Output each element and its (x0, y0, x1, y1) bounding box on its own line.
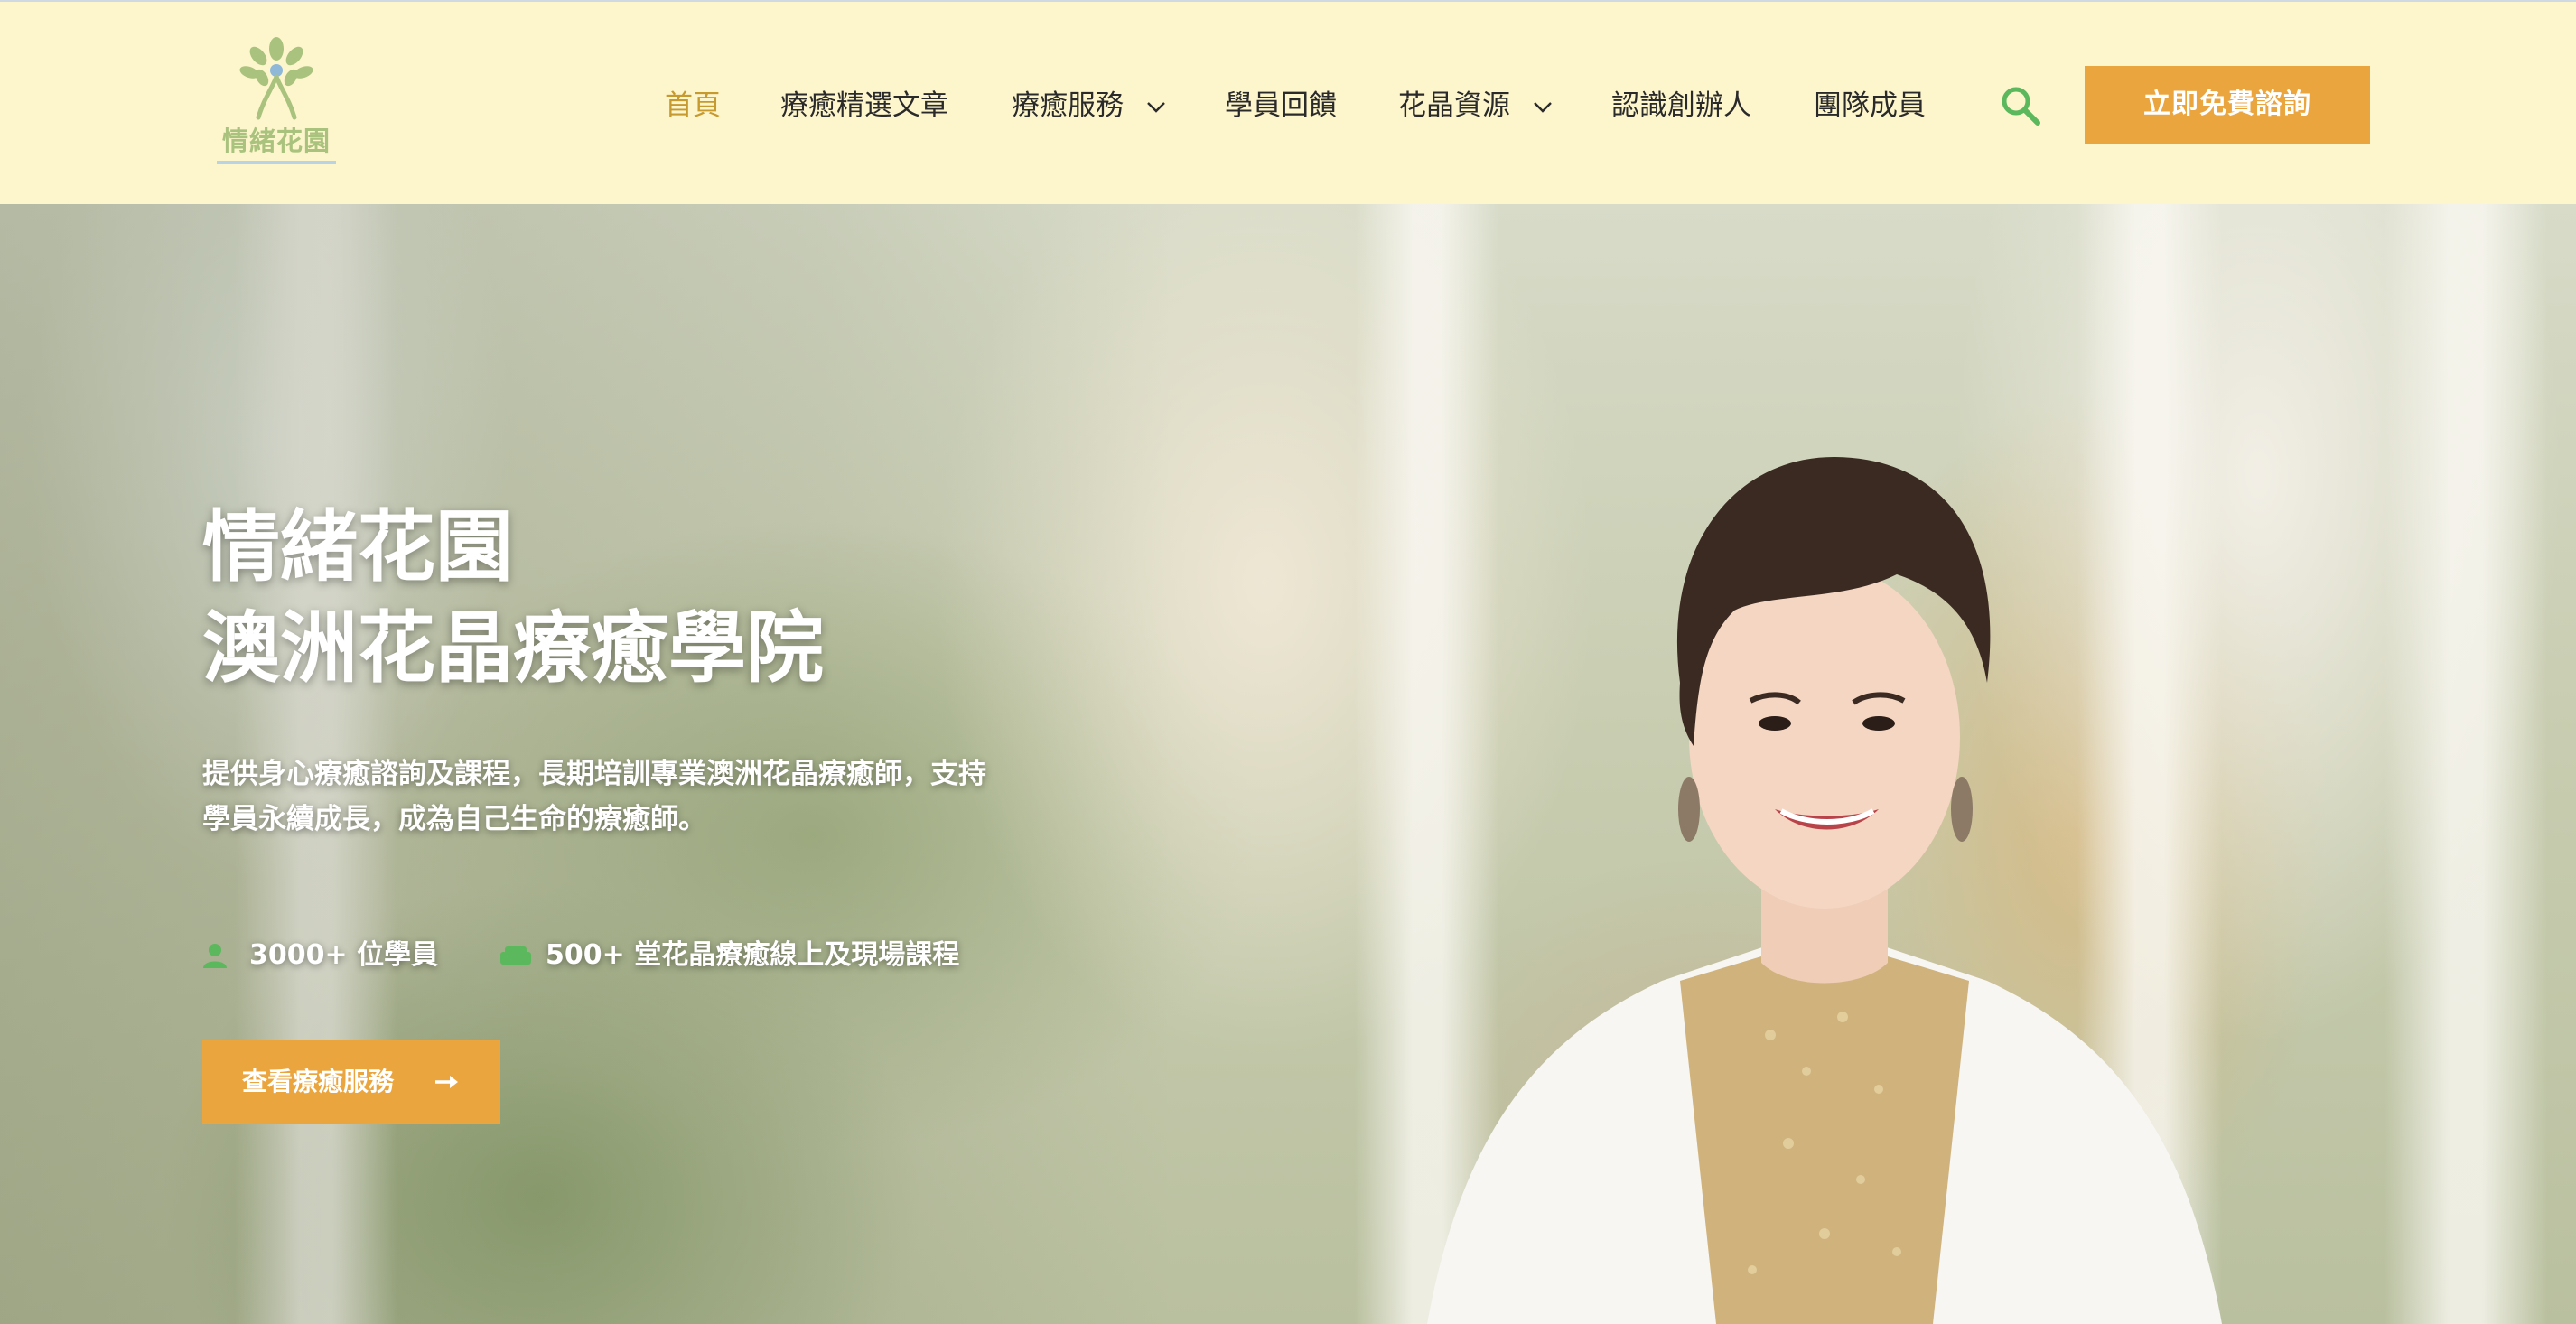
stat-students-label: 3000+ 位學員 (249, 939, 439, 971)
arrow-right-icon (435, 1076, 458, 1088)
view-services-button-label: 查看療癒服務 (242, 1067, 395, 1096)
hero-title-line-1: 情緒花園 (202, 502, 513, 592)
nav-item-services[interactable]: 療癒服務 (1012, 85, 1124, 126)
stat-courses: 500+ 堂花晶療癒線上及現場課程 (500, 934, 1006, 977)
nav-item-articles[interactable]: 療癒精選文章 (780, 85, 948, 126)
background-pillar (2385, 204, 2547, 1324)
hero-description-line-1: 提供身心療癒諮詢及課程，長期培訓專業澳洲花晶療癒師，支持 (202, 758, 986, 790)
hero-description-line-2: 學員永續成長，成為自己生命的療癒師。 (202, 803, 706, 835)
view-services-button[interactable]: 查看療癒服務 (202, 1040, 500, 1124)
site-logo[interactable]: 情緒花園 (215, 36, 338, 170)
tree-person-logo-icon (239, 37, 313, 120)
nav-item-resources[interactable]: 花晶資源 (1398, 85, 1510, 126)
chevron-down-icon[interactable] (1145, 96, 1167, 117)
stat-courses-label: 500+ 堂花晶療癒線上及現場課程 (546, 939, 960, 971)
nav-item-home[interactable]: 首頁 (665, 85, 721, 126)
search-icon[interactable] (1998, 83, 2043, 128)
hero-title-line-2: 澳洲花晶療癒學院 (202, 603, 824, 694)
founder-portrait (1427, 457, 2222, 1324)
chevron-down-icon[interactable] (1532, 96, 1554, 117)
nav-item-founder[interactable]: 認識創辦人 (1611, 85, 1751, 126)
user-icon (203, 944, 227, 968)
hero-section: 情緒花園 澳洲花晶療癒學院 提供身心療癒諮詢及課程，長期培訓專業澳洲花晶療癒師，… (0, 204, 2576, 1324)
sofa-icon (500, 946, 531, 965)
logo-underline (217, 161, 336, 164)
site-header: 情緒花園 首頁 療癒精選文章 療癒服務 學員回饋 花晶資源 認識創辦人 團隊成員… (0, 0, 2576, 204)
logo-text: 情緒花園 (221, 126, 331, 156)
free-consultation-button[interactable]: 立即免費諮詢 (2085, 66, 2370, 144)
nav-item-testimonials[interactable]: 學員回饋 (1225, 85, 1337, 126)
stat-students: 3000+ 位學員 (202, 934, 455, 977)
nav-item-team[interactable]: 團隊成員 (1814, 85, 1926, 126)
hero-description: 提供身心療癒諮詢及課程，長期培訓專業澳洲花晶療癒師，支持 學員永續成長，成為自己… (202, 751, 1106, 842)
hero-title: 情緒花園 澳洲花晶療癒學院 (202, 497, 824, 699)
